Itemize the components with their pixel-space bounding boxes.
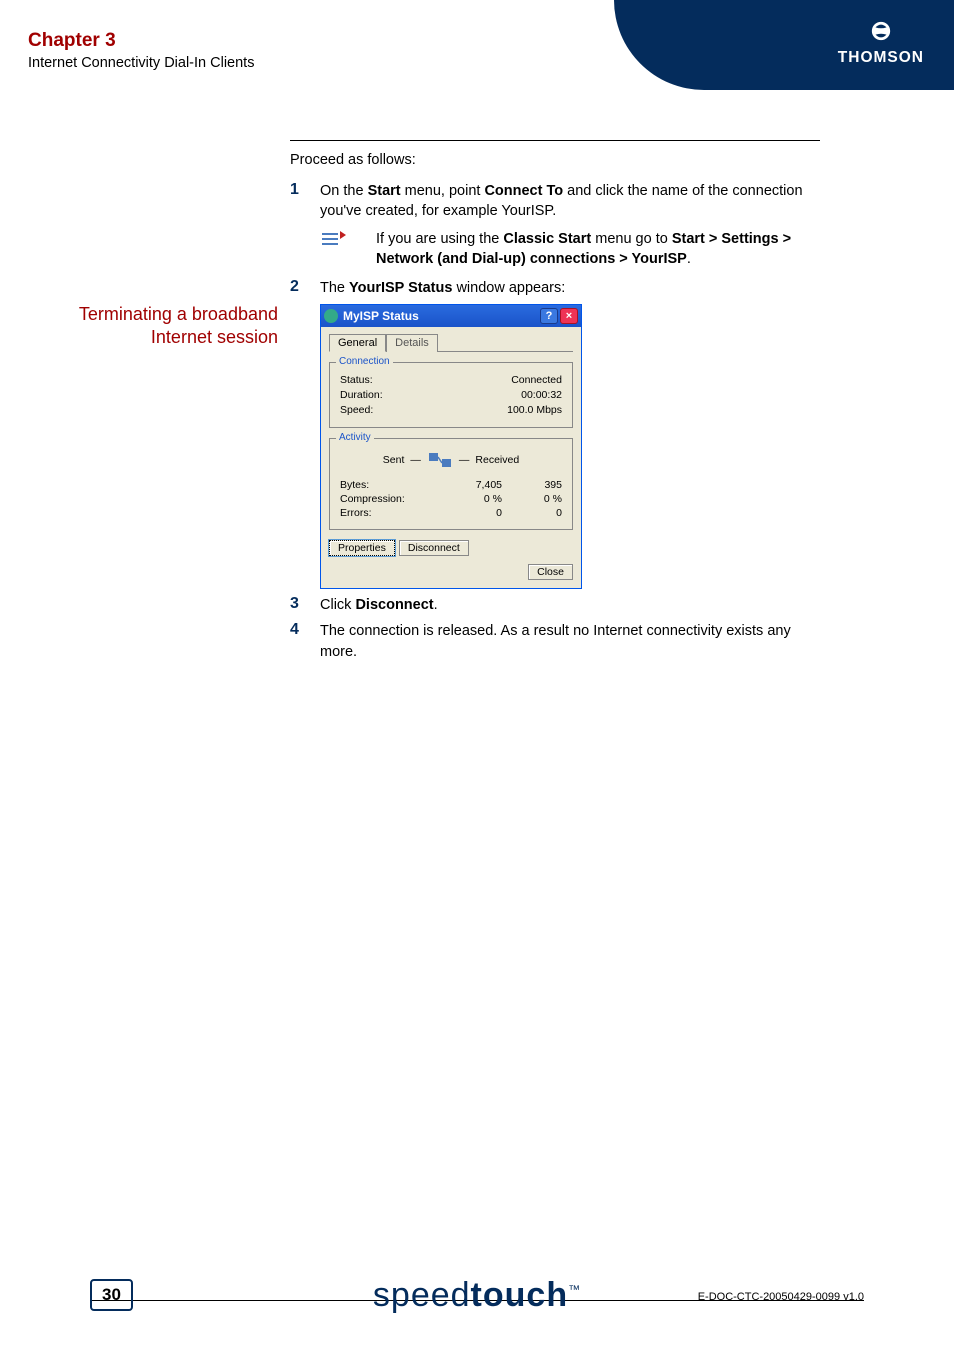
step-number: 4 [290,621,320,662]
speedtouch-logo: speedtouch™ [373,1276,581,1315]
bytes-label: Bytes: [340,479,442,491]
step-number: 1 [290,181,320,222]
connection-group: Connection Status:Connected Duration:00:… [329,362,573,428]
thomson-logo-icon [870,20,892,42]
help-button[interactable]: ? [540,308,558,324]
step-4-text: The connection is released. As a result … [320,621,820,662]
errors-received: 0 [502,507,562,519]
lead-text: Proceed as follows: [290,151,820,171]
properties-button[interactable]: Properties [329,540,395,556]
top-rule [290,140,820,141]
close-icon[interactable]: × [560,308,578,324]
activity-group-label: Activity [336,432,374,443]
doc-id: E-DOC-CTC-20050429-0099 v1.0 [698,1291,864,1303]
page-number: 30 [90,1279,133,1311]
dialog-title: MyISP Status [343,309,419,323]
compression-received: 0 % [502,493,562,505]
page-header: Chapter 3 Internet Connectivity Dial-In … [0,0,954,100]
note-icon [320,229,348,251]
step-1-text: On the Start menu, point Connect To and … [320,181,820,222]
speed-value: 100.0 Mbps [507,404,562,416]
speed-label: Speed: [340,404,373,416]
status-value: Connected [511,374,562,386]
network-icon [427,449,453,471]
received-label: Received [475,454,519,466]
section-caption: Terminating a broadband Internet session [28,303,278,348]
connection-group-label: Connection [336,356,393,367]
brand-name: THOMSON [838,49,924,67]
errors-sent: 0 [442,507,502,519]
sent-label: Sent [383,454,405,466]
classic-start-note: If you are using the Classic Start menu … [320,229,820,270]
tab-details[interactable]: Details [386,334,438,352]
status-label: Status: [340,374,373,386]
connection-app-icon [324,309,338,323]
page-footer: 30 speedtouch™ E-DOC-CTC-20050429-0099 v… [0,1300,954,1311]
activity-group: Activity Sent — — Received Bytes:7,40539… [329,438,573,530]
duration-label: Duration: [340,389,383,401]
brand-ribbon: THOMSON [614,0,954,90]
step-number: 2 [290,278,320,298]
disconnect-button[interactable]: Disconnect [399,540,469,556]
dialog-titlebar[interactable]: MyISP Status ? × [321,305,581,327]
tab-general[interactable]: General [329,334,386,352]
bytes-received: 395 [502,479,562,491]
errors-label: Errors: [340,507,442,519]
bytes-sent: 7,405 [442,479,502,491]
close-button[interactable]: Close [528,564,573,580]
compression-label: Compression: [340,493,442,505]
duration-value: 00:00:32 [521,389,562,401]
step-number: 3 [290,595,320,615]
step-2-text: The YourISP Status window appears: [320,278,820,298]
step-3-text: Click Disconnect. [320,595,820,615]
compression-sent: 0 % [442,493,502,505]
myisp-status-dialog: MyISP Status ? × General Details Connect… [320,304,582,589]
